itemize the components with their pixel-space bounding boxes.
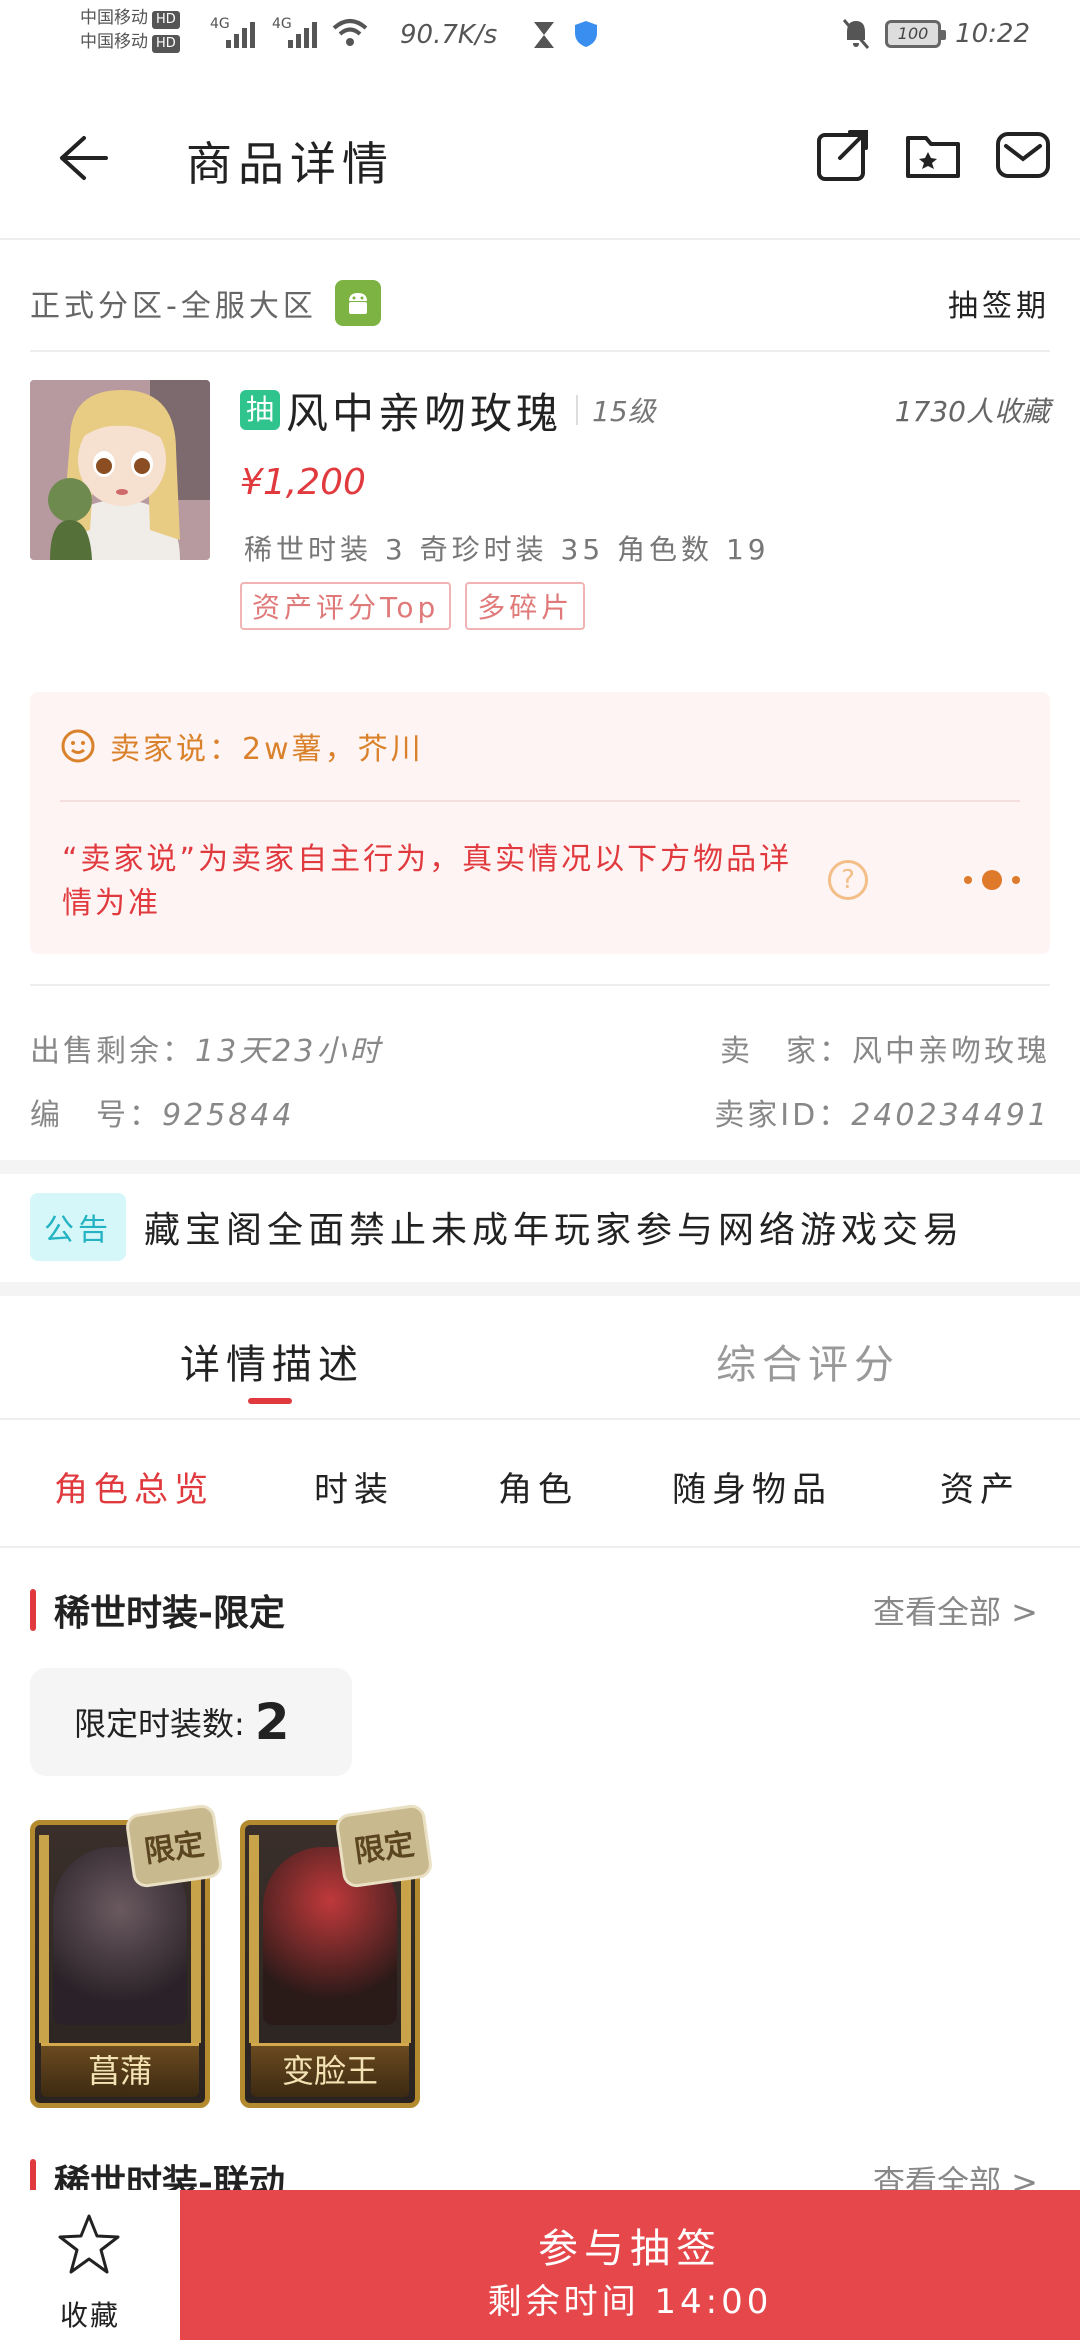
outfit-name: 菖蒲 (41, 2043, 199, 2097)
subtab-outfits[interactable]: 时装 (314, 1462, 394, 1511)
hd-badge-1: HD (152, 11, 180, 29)
status-bar: 中国移动 HD 中国移动 HD 4G 4G 90.7K/s 100 10:22 (0, 0, 1080, 76)
sale-info-row-1: 出售剩余：13天23小时 卖 家：风中亲吻玫瑰 (30, 1026, 1050, 1070)
seller-note-box: 卖家说：2w薯，芥川 “卖家说”为卖家自主行为，真实情况以下方物品详情为准 ? (30, 692, 1050, 954)
tab-indicator (248, 1398, 292, 1404)
subtab-items[interactable]: 随身物品 (672, 1462, 832, 1511)
sale-info: 出售剩余：13天23小时 卖 家：风中亲吻玫瑰 编 号：925844 卖家ID：… (30, 984, 1050, 1154)
section-header-limited: 稀世时装-限定 查看全部 > (30, 1580, 1050, 1640)
chat-smile-icon (61, 729, 95, 763)
tab-rating[interactable]: 综合评分 (716, 1332, 900, 1390)
serial-label: 编 号： (30, 1098, 162, 1133)
item-price: ¥1,200 (240, 462, 366, 503)
lottery-badge: 抽 (240, 390, 280, 430)
sale-phase: 抽签期 (948, 289, 1050, 324)
sub-tabs: 角色总览 时装 角色 随身物品 资产 (0, 1422, 1080, 1548)
favorite-button[interactable]: 收藏 (0, 2190, 180, 2340)
limited-badge: 限定 (334, 1803, 434, 1889)
seller-note-disclaimer: “卖家说”为卖家自主行为，真实情况以下方物品详情为准 (62, 842, 793, 921)
divider (576, 395, 579, 425)
join-lottery-label: 参与抽签 (538, 2226, 722, 2272)
divider (60, 800, 1020, 802)
announcement-text: 藏宝阁全面禁止未成年玩家参与网络游戏交易 (144, 1210, 965, 1251)
announcement[interactable]: 公告 藏宝阁全面禁止未成年玩家参与网络游戏交易 (30, 1190, 1050, 1264)
favorite-count: 1730人收藏 (894, 395, 1050, 428)
remaining-time-value: 13天23小时 (195, 1034, 383, 1069)
serial-value: 925844 (162, 1098, 295, 1133)
item-tags: 资产评分Top 多碎片 (240, 582, 586, 630)
item-stats: 稀世时装 3 奇珍时装 35 角色数 19 (244, 533, 770, 566)
wifi-icon (332, 19, 368, 46)
page-title: 商品详情 (186, 137, 394, 191)
shield-icon (575, 21, 597, 47)
announcement-badge: 公告 (30, 1193, 126, 1261)
server-zone: 正式分区-全服大区 (30, 289, 317, 324)
outfit-cards: 菖蒲 限定 变脸王 限定 (30, 1803, 434, 2108)
seller-note-text: 卖家说：2w薯，芥川 (110, 732, 424, 767)
outfit-card[interactable]: 菖蒲 限定 (30, 1803, 224, 2108)
item-level: 15级 (592, 395, 656, 428)
divider (0, 1160, 1080, 1174)
seller-says: 卖家说：2w薯，芥川 (60, 724, 424, 768)
remaining-time-countdown: 剩余时间 14:00 (487, 2282, 773, 2322)
folder-star-icon[interactable] (904, 126, 962, 184)
clock: 10:22 (955, 19, 1030, 49)
header-actions (814, 126, 1052, 184)
network-speed: 90.7K/s (400, 20, 498, 50)
limited-count-box: 限定时装数: 2 (30, 1668, 352, 1776)
outfit-name: 变脸王 (251, 2043, 409, 2097)
section-marker (30, 1589, 36, 1631)
main-tabs: 详情描述 综合评分 (0, 1296, 1080, 1420)
share-icon[interactable] (814, 126, 872, 184)
mute-bell-icon (842, 19, 870, 49)
item-summary[interactable]: 抽 风中亲吻玫瑰 15级 1730人收藏 ¥1,200 稀世时装 3 奇珍时装 … (30, 380, 1050, 640)
back-arrow-icon[interactable] (50, 126, 114, 190)
tag-multi-fragments: 多碎片 (465, 582, 586, 630)
help-icon[interactable]: ? (828, 860, 868, 900)
seller-name[interactable]: 风中亲吻玫瑰 (852, 1034, 1050, 1069)
outfit-card[interactable]: 变脸王 限定 (240, 1803, 434, 2108)
carrier-info: 中国移动 HD 中国移动 HD (80, 6, 180, 54)
divider (0, 1282, 1080, 1296)
top-app-bar: 商品详情 (0, 76, 1080, 240)
subtab-assets[interactable]: 资产 (940, 1462, 1020, 1511)
status-right: 100 10:22 (841, 18, 1030, 50)
limited-badge: 限定 (124, 1803, 224, 1889)
signal-icon-2 (288, 18, 317, 48)
star-icon (58, 2214, 120, 2274)
seller-label: 卖 家： (720, 1034, 852, 1069)
item-name: 风中亲吻玫瑰 (286, 388, 563, 438)
tag-asset-score: 资产评分Top (240, 582, 452, 630)
battery-icon: 100 (885, 20, 947, 48)
item-title-row: 抽 风中亲吻玫瑰 15级 1730人收藏 (240, 380, 1050, 440)
hourglass-icon (534, 22, 554, 48)
android-icon (334, 280, 381, 326)
seller-id-value: 240234491 (851, 1098, 1050, 1133)
section-title: 稀世时装-限定 (54, 1593, 285, 1634)
server-zone-row: 正式分区-全服大区 抽签期 (30, 256, 1050, 352)
limited-count-value: 2 (254, 1693, 290, 1751)
remaining-time-label: 出售剩余： (30, 1034, 195, 1069)
subtab-overview[interactable]: 角色总览 (54, 1462, 214, 1511)
carrier-1: 中国移动 (80, 8, 148, 28)
mail-icon[interactable] (994, 126, 1052, 184)
carrier-2: 中国移动 (80, 32, 148, 52)
sale-info-row-2: 编 号：925844 卖家ID：240234491 (30, 1090, 1050, 1134)
seller-id-label: 卖家ID： (714, 1098, 852, 1133)
see-all-link[interactable]: 查看全部 > (873, 1587, 1038, 1633)
limited-count-label: 限定时装数: (74, 1705, 245, 1743)
signal-icon (226, 18, 255, 48)
join-lottery-button[interactable]: 参与抽签 剩余时间 14:00 (180, 2190, 1080, 2340)
favorite-label: 收藏 (59, 2299, 120, 2332)
tab-details[interactable]: 详情描述 (180, 1332, 364, 1390)
hd-badge-2: HD (152, 35, 180, 53)
character-avatar (30, 380, 210, 560)
more-dots-icon[interactable] (964, 870, 1020, 890)
subtab-characters[interactable]: 角色 (498, 1462, 578, 1511)
bottom-action-bar: 收藏 参与抽签 剩余时间 14:00 (0, 2190, 1080, 2340)
